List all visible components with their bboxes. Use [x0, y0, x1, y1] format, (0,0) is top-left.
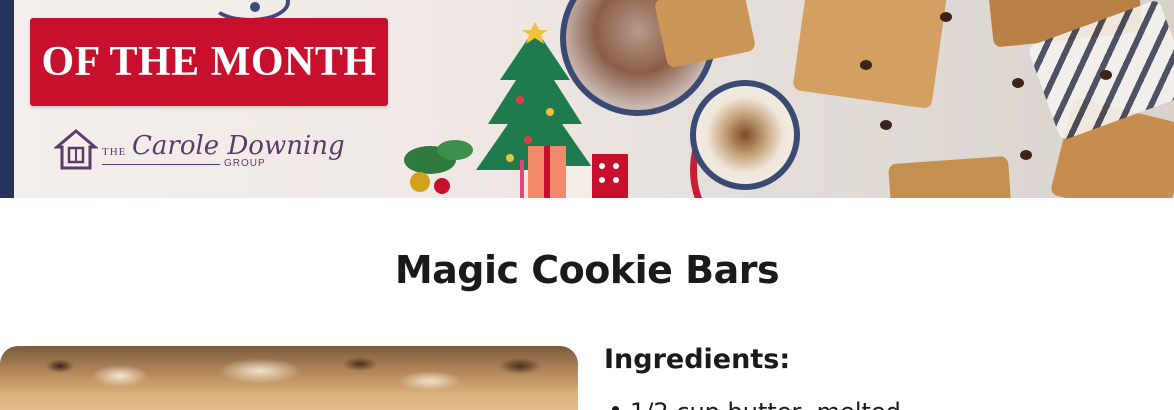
cookie-bar: [888, 155, 1012, 198]
house-icon: [54, 129, 98, 170]
recipe-title: Magic Cookie Bars: [394, 248, 780, 292]
cookie-bar: [792, 0, 948, 110]
chocolate-chip: [860, 60, 872, 70]
logo-divider: [102, 164, 220, 165]
chocolate-chip: [1100, 70, 1112, 80]
ingredients-heading: Ingredients:: [604, 344, 791, 375]
chocolate-chip: [1012, 78, 1024, 88]
list-bullet: [612, 406, 619, 410]
logo-prefix: THE: [102, 146, 127, 158]
ingredient-item: 1/2 cup butter, melted: [630, 398, 1170, 410]
recipe-photo: [0, 346, 578, 410]
chocolate-chip: [940, 12, 952, 22]
header-banner: OF THE MONTH THE Carole Downing GROUP: [0, 0, 1174, 198]
chocolate-chip: [1020, 150, 1032, 160]
chocolate-chip: [880, 120, 892, 130]
logo-suffix: GROUP: [224, 158, 266, 169]
bars-on-plate-photo: [690, 80, 800, 190]
script-lettering-dot: [250, 2, 260, 12]
banner-stripe: [0, 0, 14, 198]
company-logo: THE Carole Downing GROUP: [54, 128, 345, 182]
logo-name: Carole Downing: [132, 131, 345, 161]
headline-box: OF THE MONTH: [30, 18, 388, 106]
cookie-bar: [653, 0, 757, 69]
headline-text: OF THE MONTH: [41, 39, 377, 85]
gift-boxes-decoration: [520, 146, 628, 198]
